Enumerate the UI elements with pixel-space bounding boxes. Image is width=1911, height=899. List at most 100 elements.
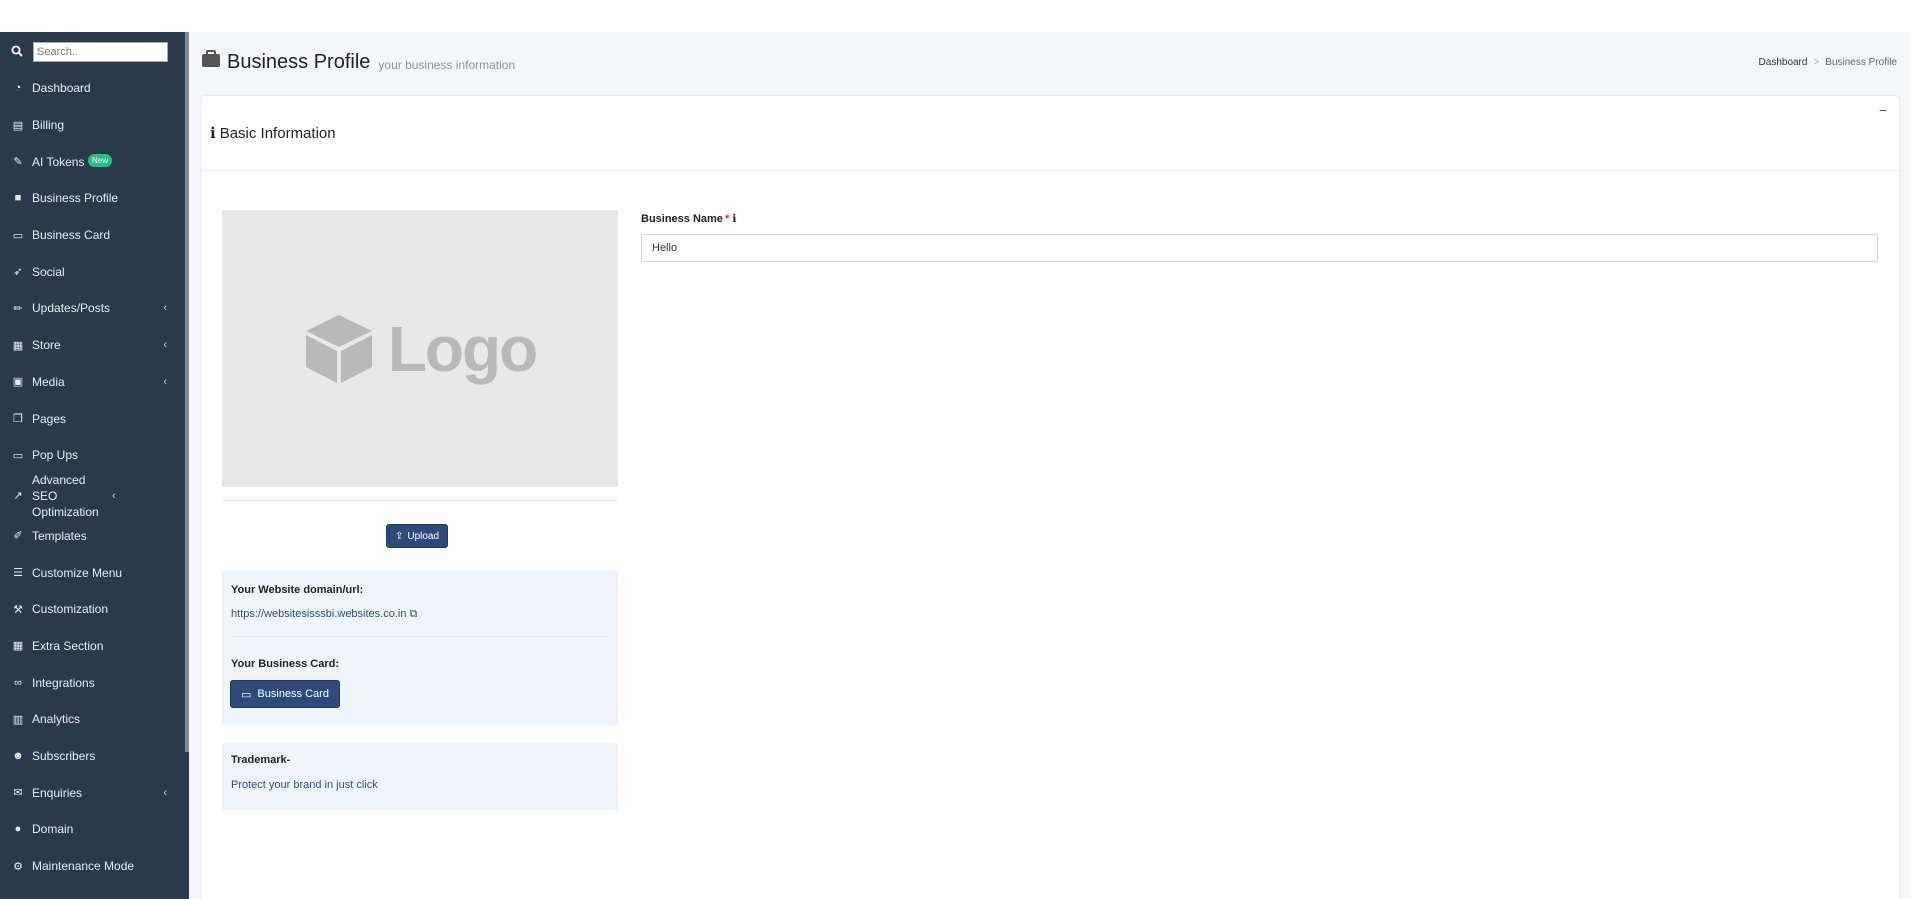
main-content: Business Profile your business informati… bbox=[189, 32, 1911, 899]
trademark-label: Trademark- bbox=[231, 754, 291, 766]
sidebar-item-subscribers[interactable]: ☻ Subscribers bbox=[0, 738, 189, 775]
sidebar-item-domain[interactable]: ● Domain bbox=[0, 811, 189, 848]
sidebar-item-integrations[interactable]: ∞ Integrations bbox=[0, 664, 189, 701]
magic-wand-icon: ✎ bbox=[13, 156, 23, 169]
business-name-field[interactable]: Hello bbox=[641, 234, 1878, 262]
sidebar-item-label: Billing bbox=[32, 118, 65, 133]
breadcrumb-home[interactable]: Dashboard bbox=[1759, 57, 1808, 68]
sidebar-item-label: Business Card bbox=[32, 228, 111, 243]
logo-text: Logo bbox=[387, 312, 538, 385]
breadcrumb: Dashboard > Business Profile bbox=[1759, 57, 1897, 68]
business-card-button-label: Business Card bbox=[257, 688, 329, 700]
window-icon: ▭ bbox=[12, 449, 24, 462]
sidebar-item-store[interactable]: ▦ Store ‹ bbox=[0, 327, 189, 364]
sidebar-search-input[interactable] bbox=[33, 42, 168, 62]
info-icon: ℹ bbox=[210, 125, 216, 142]
sidebar-item-business-card[interactable]: ▭ Business Card bbox=[0, 217, 189, 254]
sidebar-item-pages[interactable]: ❐ Pages bbox=[0, 400, 189, 437]
logo-placeholder[interactable]: Logo bbox=[222, 210, 618, 487]
trademark-info-box[interactable]: Trademark- Protect your brand in just cl… bbox=[222, 743, 618, 810]
collapse-button[interactable]: − bbox=[1879, 102, 1887, 118]
divider bbox=[231, 636, 609, 637]
sidebar-item-label: Domain bbox=[32, 822, 74, 837]
website-label: Your Website domain/url: bbox=[231, 584, 364, 596]
business-name-label-text: Business Name bbox=[641, 213, 723, 225]
brush-icon: ✐ bbox=[13, 530, 23, 543]
sidebar-item-media[interactable]: ▣ Media ‹ bbox=[0, 364, 189, 401]
card-title-text: Basic Information bbox=[219, 125, 336, 142]
id-card-icon: ▭ bbox=[12, 229, 24, 242]
sidebar-item-dashboard[interactable]: ◔ Dashboard bbox=[0, 70, 189, 107]
upload-icon: ⇪ bbox=[394, 530, 404, 542]
sidebar-item-label: Maintenance Mode bbox=[32, 859, 135, 874]
rocket-icon: ➶ bbox=[13, 266, 23, 279]
tachometer-icon: ◔ bbox=[14, 82, 22, 95]
sidebar-item-social[interactable]: ➶ Social bbox=[0, 253, 189, 290]
chevron-left-icon: ‹ bbox=[112, 489, 116, 502]
search-icon bbox=[11, 45, 25, 60]
briefcase-icon: ■ bbox=[14, 192, 22, 205]
external-link-icon: ⧉ bbox=[409, 608, 418, 620]
sidebar-item-ai-tokens[interactable]: ✎ AI Tokens New bbox=[0, 143, 189, 180]
sidebar-item-extra-section[interactable]: ▦ Extra Section bbox=[0, 628, 189, 665]
divider bbox=[222, 500, 618, 501]
sidebar-item-label: Customization bbox=[32, 602, 109, 617]
sidebar-item-templates[interactable]: ✐ Templates bbox=[0, 518, 189, 555]
sidebar-item-pop-ups[interactable]: ▭ Pop Ups bbox=[0, 437, 189, 474]
gear-icon: ⚙ bbox=[13, 860, 23, 873]
sidebar-item-business-profile[interactable]: ■ Business Profile bbox=[0, 180, 189, 217]
chevron-left-icon: ‹ bbox=[163, 302, 167, 315]
logo-cube-icon bbox=[305, 314, 372, 383]
page-header: Business Profile your business informati… bbox=[189, 32, 1911, 92]
file-icon: ▤ bbox=[12, 119, 24, 132]
card-title: ℹ Basic Information bbox=[210, 124, 336, 142]
wrench-icon: ⚒ bbox=[13, 603, 23, 616]
sidebar-item-billing[interactable]: ▤ Billing bbox=[0, 107, 189, 144]
sidebar-item-enquiries[interactable]: ✉ Enquiries ‹ bbox=[0, 774, 189, 811]
business-name-value: Hello bbox=[652, 242, 678, 254]
page-title: Business Profile bbox=[227, 50, 371, 73]
sidebar-item-customize-menu[interactable]: ☰ Customize Menu bbox=[0, 554, 189, 591]
website-url-text: https://websitesisssbi.websites.co.in bbox=[231, 608, 407, 620]
sidebar-item-label: Enquiries bbox=[32, 785, 83, 800]
sidebar-item-label: Advanced SEO Optimization bbox=[32, 472, 99, 519]
upload-button[interactable]: ⇪ Upload bbox=[386, 524, 448, 548]
sidebar-nav: ◔ Dashboard ▤ Billing ✎ AI Tokens New ■ Busin… bbox=[0, 70, 189, 884]
users-icon: ☻ bbox=[12, 750, 24, 763]
business-card-button[interactable]: ▭ Business Card bbox=[230, 680, 340, 708]
sidebar-item-label: Store bbox=[32, 338, 61, 353]
globe-icon: ● bbox=[14, 823, 22, 836]
trademark-text: Protect your brand in just click bbox=[231, 779, 378, 791]
envelope-icon: ✉ bbox=[13, 787, 23, 800]
breadcrumb-current: Business Profile bbox=[1825, 56, 1897, 68]
id-card-icon: ▭ bbox=[241, 688, 252, 701]
basic-information-card: ℹ Basic Information − Logo ⇪ Upload Your W… bbox=[201, 96, 1899, 899]
chevron-left-icon: ‹ bbox=[163, 786, 167, 799]
sidebar-item-updates-posts[interactable]: ✏ Updates/Posts ‹ bbox=[0, 290, 189, 327]
sidebar-item-label: Extra Section bbox=[32, 638, 104, 653]
sidebar-item-label: Pages bbox=[32, 411, 67, 426]
sidebar-item-label: Integrations bbox=[32, 675, 95, 690]
link-icon: ∞ bbox=[14, 676, 22, 689]
sidebar-item-label: Social bbox=[32, 264, 65, 279]
sidebar-item-label: Pop Ups bbox=[32, 448, 79, 463]
sidebar-item-label: Updates/Posts bbox=[32, 301, 111, 316]
grid-icon: ▦ bbox=[12, 640, 24, 653]
sidebar-item-advanced-seo[interactable]: ↗ Advanced SEO Optimization ‹ bbox=[0, 472, 189, 519]
website-url-link[interactable]: https://websitesisssbi.websites.co.in ⧉ bbox=[231, 608, 417, 621]
website-info-box: Your Website domain/url: https://website… bbox=[222, 570, 618, 726]
business-name-label: Business Name * ℹ bbox=[641, 213, 737, 225]
sidebar-item-customization[interactable]: ⚒ Customization bbox=[0, 591, 189, 628]
pencil-icon: ✏ bbox=[13, 302, 23, 315]
info-icon: ℹ bbox=[732, 213, 737, 225]
sidebar-item-maintenance-mode[interactable]: ⚙ Maintenance Mode bbox=[0, 848, 189, 885]
menu-icon: ☰ bbox=[13, 567, 23, 580]
sidebar-item-label: Media bbox=[32, 374, 65, 389]
sidebar-item-label: Customize Menu bbox=[32, 565, 123, 580]
store-icon: ▦ bbox=[12, 339, 24, 352]
upload-label: Upload bbox=[407, 530, 440, 542]
breadcrumb-separator: > bbox=[1813, 56, 1820, 68]
new-badge: New bbox=[88, 154, 113, 168]
chart-line-icon: ↗ bbox=[13, 490, 23, 503]
sidebar-item-analytics[interactable]: ▥ Analytics bbox=[0, 701, 189, 738]
